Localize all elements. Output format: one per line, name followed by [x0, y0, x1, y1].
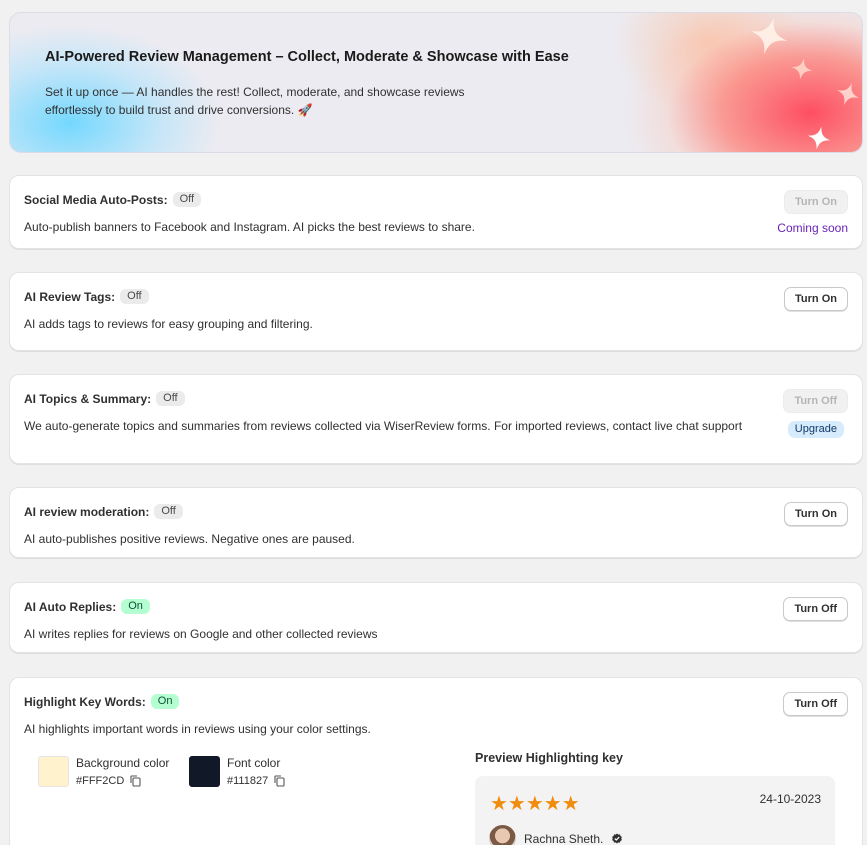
font-color-setting: Font color #111827 — [189, 756, 285, 787]
reviewer-name: Rachna Sheth. — [524, 831, 604, 845]
sparkle-icon — [791, 58, 813, 80]
feature-description: AI auto-publishes positive reviews. Nega… — [24, 532, 355, 546]
feature-description: AI adds tags to reviews for easy groupin… — [24, 317, 313, 331]
feature-title: AI review moderation: — [24, 504, 150, 519]
background-color-label: Background color — [76, 756, 170, 770]
background-color-swatch[interactable] — [38, 756, 69, 787]
status-badge: On — [150, 694, 180, 709]
star-rating: ★★★★★ — [490, 793, 580, 815]
feature-title: AI Auto Replies: — [24, 599, 117, 614]
feature-card-ai-review-moderation: AI review moderation: Off AI auto-publis… — [9, 487, 863, 558]
status-badge: On — [121, 599, 150, 614]
feature-title: Highlight Key Words: — [24, 694, 146, 709]
feature-title: Social Media Auto-Posts: — [24, 192, 168, 207]
feature-title: AI Topics & Summary: — [24, 391, 152, 406]
turn-off-button[interactable]: Turn Off — [783, 389, 848, 413]
background-color-setting: Background color #FFF2CD — [38, 756, 169, 787]
feature-card-social-media-auto-posts: Social Media Auto-Posts: Off Auto-publis… — [9, 175, 863, 249]
turn-off-button[interactable]: Turn Off — [783, 692, 848, 716]
avatar — [489, 825, 516, 845]
feature-description: AI highlights important words in reviews… — [24, 722, 371, 736]
turn-off-button[interactable]: Turn Off — [783, 597, 848, 621]
sparkle-icon — [837, 83, 859, 105]
status-badge: Off — [120, 289, 149, 304]
sparkle-icon — [750, 17, 788, 55]
hero-title: AI-Powered Review Management – Collect, … — [45, 49, 569, 65]
turn-on-button[interactable]: Turn On — [784, 190, 848, 214]
feature-description: AI writes replies for reviews on Google … — [24, 627, 378, 641]
feature-card-ai-review-tags: AI Review Tags: Off AI adds tags to revi… — [9, 272, 863, 351]
status-badge: Off — [156, 391, 185, 406]
reviewer: Rachna Sheth. — [489, 825, 623, 845]
upgrade-badge[interactable]: Upgrade — [787, 421, 844, 438]
font-color-label: Font color — [227, 756, 281, 770]
feature-card-ai-topics-summary: AI Topics & Summary: Off We auto-generat… — [9, 374, 863, 464]
feature-card-ai-auto-replies: AI Auto Replies: On AI writes replies fo… — [9, 582, 863, 653]
sparkle-icon — [807, 126, 831, 150]
feature-title: AI Review Tags: — [24, 289, 116, 304]
font-color-swatch[interactable] — [189, 756, 220, 787]
copy-icon[interactable] — [274, 775, 285, 787]
turn-on-button[interactable]: Turn On — [784, 502, 848, 526]
font-color-value: #111827 — [227, 775, 269, 787]
review-date: 24-10-2023 — [759, 792, 821, 806]
preview-review-card: ★★★★★ 24-10-2023 Rachna Sheth. — [475, 776, 835, 845]
hero-banner: AI-Powered Review Management – Collect, … — [9, 12, 863, 153]
status-badge: Off — [172, 192, 202, 207]
verified-badge-icon — [612, 833, 623, 843]
feature-card-highlight-key-words: Highlight Key Words: On AI highlights im… — [9, 677, 863, 845]
hero-description: Set it up once — AI handles the rest! Co… — [45, 85, 465, 117]
preview-title: Preview Highlighting key — [475, 751, 623, 765]
feature-description: Auto-publish banners to Facebook and Ins… — [24, 220, 475, 234]
coming-soon-label: Coming soon — [777, 221, 848, 235]
turn-on-button[interactable]: Turn On — [784, 287, 848, 311]
background-color-value: #FFF2CD — [76, 775, 125, 787]
copy-icon[interactable] — [130, 775, 141, 787]
feature-description: We auto-generate topics and summaries fr… — [24, 419, 743, 433]
status-badge: Off — [154, 504, 183, 519]
